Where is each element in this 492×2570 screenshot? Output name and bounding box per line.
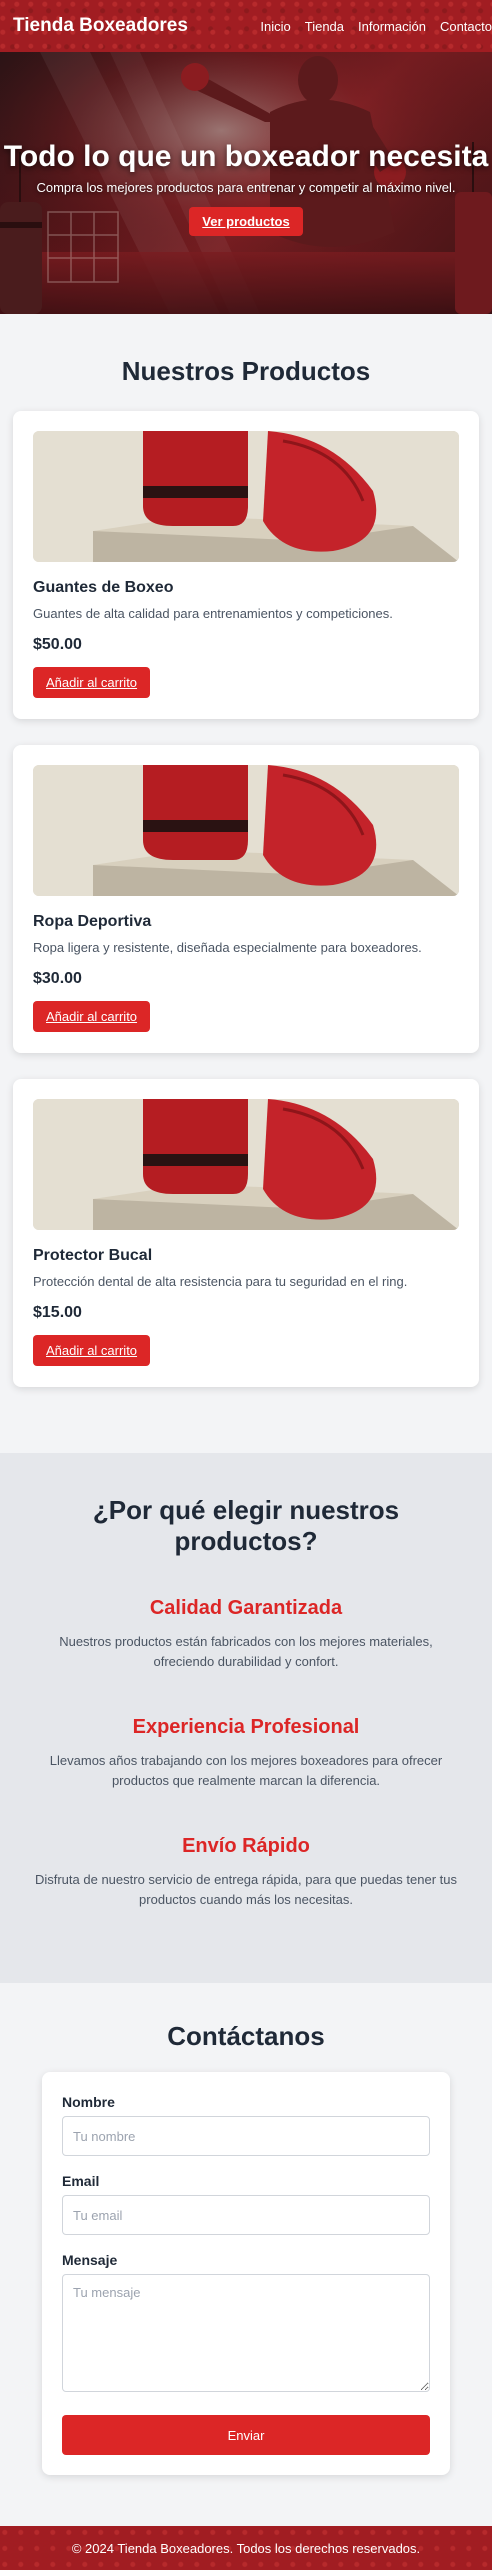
hero-content: Todo lo que un boxeador necesita Compra … [0,140,492,236]
hero-title: Todo lo que un boxeador necesita [3,140,489,173]
products-section: Nuestros Productos Guantes de Boxeo Guan… [0,314,492,1453]
feature-item: Envío Rápido Disfruta de nuestro servici… [24,1835,468,1910]
add-to-cart-button[interactable]: Añadir al carrito [33,667,151,698]
product-description: Ropa ligera y resistente, diseñada espec… [33,940,422,955]
products-title: Nuestros Productos [121,356,371,386]
product-card: Protector Bucal Protección dental de alt… [13,1079,479,1387]
main-nav: Inicio Tienda Información Contacto [246,19,492,34]
site-logo[interactable]: Tienda Boxeadores [13,15,188,37]
product-name: Ropa Deportiva [33,913,152,930]
product-price: $15.00 [33,1304,82,1321]
product-card: Guantes de Boxeo Guantes de alta calidad… [13,411,479,719]
hero-subtitle: Compra los mejores productos para entren… [36,180,456,195]
product-image [33,1099,459,1230]
site-footer: © 2024 Tienda Boxeadores. Todos los dere… [0,2526,492,2570]
product-price: $50.00 [33,636,82,653]
email-input[interactable] [62,2195,430,2235]
message-label: Mensaje [62,2252,118,2268]
boxing-gloves-image [33,431,459,562]
boxing-gloves-image [33,765,459,896]
nav-link-inicio[interactable]: Inicio [260,19,290,34]
nav-link-contacto[interactable]: Contacto [440,19,492,34]
contact-section: Contáctanos Nombre Email Mensaje Enviar [0,1983,492,2551]
contact-form: Nombre Email Mensaje Enviar [42,2072,450,2475]
product-name: Protector Bucal [33,1247,153,1264]
product-card: Ropa Deportiva Ropa ligera y resistente,… [13,745,479,1053]
nav-link-tienda[interactable]: Tienda [305,19,344,34]
name-label: Nombre [62,2094,115,2110]
product-price: $30.00 [33,970,82,987]
site-header: Tienda Boxeadores Inicio Tienda Informac… [0,0,492,52]
nav-link-informacion[interactable]: Información [358,19,426,34]
name-input[interactable] [62,2116,430,2156]
product-name: Guantes de Boxeo [33,579,174,596]
view-products-button[interactable]: Ver productos [189,207,303,236]
why-section: ¿Por qué elegir nuestros productos? Cali… [0,1453,492,1983]
feature-description: Disfruta de nuestro servicio de entrega … [34,1872,458,1907]
add-to-cart-button[interactable]: Añadir al carrito [33,1001,151,1032]
contact-title: Contáctanos [167,2021,325,2051]
feature-title: Envío Rápido [182,1835,310,1857]
feature-item: Experiencia Profesional Llevamos años tr… [24,1716,468,1791]
product-image [33,431,459,562]
product-description: Protección dental de alta resistencia pa… [33,1274,408,1289]
add-to-cart-button[interactable]: Añadir al carrito [33,1335,151,1366]
feature-item: Calidad Garantizada Nuestros productos e… [24,1597,468,1672]
product-description: Guantes de alta calidad para entrenamien… [33,606,393,621]
feature-description: Llevamos años trabajando con los mejores… [49,1753,443,1788]
footer-copyright: © 2024 Tienda Boxeadores. Todos los dere… [71,2540,421,2556]
boxing-gloves-image [33,1099,459,1230]
email-label: Email [62,2173,100,2189]
feature-title: Calidad Garantizada [149,1597,343,1619]
hero-section: Todo lo que un boxeador necesita Compra … [0,52,492,314]
message-textarea[interactable] [62,2274,430,2392]
product-image [33,765,459,896]
feature-description: Nuestros productos están fabricados con … [59,1634,433,1669]
feature-title: Experiencia Profesional [132,1716,360,1738]
submit-button[interactable]: Enviar [62,2415,430,2455]
why-title: ¿Por qué elegir nuestros productos? [92,1495,400,1556]
